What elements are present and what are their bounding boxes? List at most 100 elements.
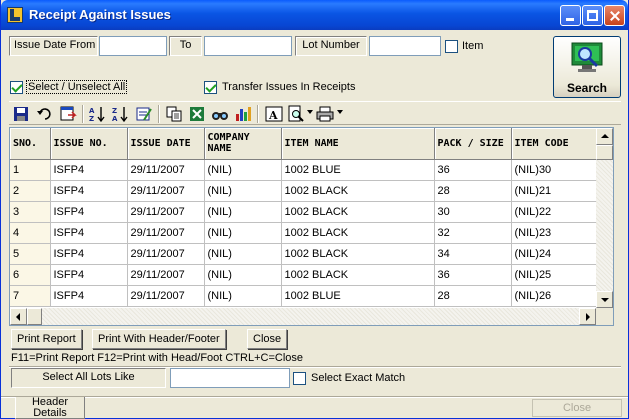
- select-all-checkbox[interactable]: [10, 81, 23, 94]
- table-cell[interactable]: ISFP4: [50, 285, 128, 307]
- table-cell[interactable]: 29/11/2007: [127, 159, 205, 181]
- table-cell[interactable]: 29/11/2007: [127, 180, 205, 202]
- vertical-scroll-thumb[interactable]: [596, 145, 613, 160]
- chart-icon[interactable]: [234, 105, 252, 123]
- table-cell[interactable]: 36: [434, 264, 512, 286]
- maximize-button[interactable]: [582, 5, 603, 26]
- title-bar[interactable]: Receipt Against Issues: [1, 0, 628, 30]
- horizontal-scrollbar[interactable]: [10, 308, 596, 325]
- issues-grid[interactable]: SNO. ISSUE NO. ISSUE DATE COMPANY NAME ITEM …: [9, 127, 614, 326]
- table-cell[interactable]: 1002 BLUE: [281, 285, 435, 307]
- horizontal-scroll-thumb[interactable]: [27, 308, 42, 325]
- table-cell[interactable]: 36: [434, 159, 512, 181]
- table-cell[interactable]: (NIL)26: [511, 285, 597, 307]
- column-header[interactable]: PACK / SIZE: [434, 128, 512, 160]
- table-cell[interactable]: (NIL)22: [511, 201, 597, 223]
- print-preview-icon[interactable]: [287, 105, 305, 123]
- print-report-button[interactable]: Print Report: [11, 329, 82, 349]
- print-with-header-footer-button[interactable]: Print With Header/Footer: [92, 329, 226, 349]
- search-button[interactable]: Search: [553, 36, 621, 98]
- table-row[interactable]: 4 ISFP4 29/11/2007 (NIL) 1002 BLACK 32 (NIL)23: [10, 222, 597, 244]
- table-row[interactable]: 7 ISFP4 29/11/2007 (NIL) 1002 BLUE 28 (NIL)26: [10, 285, 597, 307]
- table-cell[interactable]: (NIL)30: [511, 159, 597, 181]
- table-cell[interactable]: 28: [434, 180, 512, 202]
- table-cell[interactable]: 1: [10, 159, 51, 181]
- table-cell[interactable]: 1002 BLACK: [281, 243, 435, 265]
- select-all-label[interactable]: Select / Unselect All: [25, 80, 128, 94]
- table-row[interactable]: 3 ISFP4 29/11/2007 (NIL) 1002 BLACK 30 (NIL)22: [10, 201, 597, 223]
- table-cell[interactable]: ISFP4: [50, 159, 128, 181]
- table-cell[interactable]: 29/11/2007: [127, 243, 205, 265]
- find-icon[interactable]: [211, 105, 229, 123]
- table-cell[interactable]: ISFP4: [50, 243, 128, 265]
- lots-like-input[interactable]: [170, 368, 290, 388]
- table-cell[interactable]: (NIL): [204, 222, 282, 244]
- scroll-right-button[interactable]: [579, 308, 596, 325]
- table-cell[interactable]: ISFP4: [50, 222, 128, 244]
- item-checkbox[interactable]: [445, 40, 458, 53]
- scroll-down-button[interactable]: [596, 291, 613, 308]
- table-cell[interactable]: 5: [10, 243, 51, 265]
- table-cell[interactable]: 1002 BLACK: [281, 201, 435, 223]
- table-cell[interactable]: 32: [434, 222, 512, 244]
- table-cell[interactable]: ISFP4: [50, 201, 128, 223]
- sort-descending-icon[interactable]: ZA: [111, 105, 129, 123]
- table-cell[interactable]: (NIL): [204, 180, 282, 202]
- table-cell[interactable]: (NIL): [204, 285, 282, 307]
- lot-number-input[interactable]: [369, 36, 441, 56]
- table-cell[interactable]: (NIL)23: [511, 222, 597, 244]
- table-cell[interactable]: 6: [10, 264, 51, 286]
- table-cell[interactable]: 4: [10, 222, 51, 244]
- table-cell[interactable]: ISFP4: [50, 264, 128, 286]
- print-icon[interactable]: [316, 105, 334, 123]
- table-cell[interactable]: (NIL)21: [511, 180, 597, 202]
- scroll-left-button[interactable]: [10, 308, 27, 325]
- table-row[interactable]: 6 ISFP4 29/11/2007 (NIL) 1002 BLACK 36 (NIL)25: [10, 264, 597, 286]
- close-window-button[interactable]: [604, 5, 625, 26]
- table-cell[interactable]: 7: [10, 285, 51, 307]
- table-cell[interactable]: 28: [434, 285, 512, 307]
- table-cell[interactable]: 34: [434, 243, 512, 265]
- table-cell[interactable]: 1002 BLUE: [281, 159, 435, 181]
- table-row[interactable]: 1 ISFP4 29/11/2007 (NIL) 1002 BLUE 36 (NIL)30: [10, 159, 597, 181]
- table-cell[interactable]: 29/11/2007: [127, 201, 205, 223]
- table-cell[interactable]: 29/11/2007: [127, 222, 205, 244]
- table-cell[interactable]: (NIL): [204, 159, 282, 181]
- column-header[interactable]: ITEM NAME: [281, 128, 435, 160]
- table-cell[interactable]: (NIL): [204, 264, 282, 286]
- copy-icon[interactable]: [165, 105, 183, 123]
- table-row[interactable]: 5 ISFP4 29/11/2007 (NIL) 1002 BLACK 34 (NIL)24: [10, 243, 597, 265]
- scroll-up-button[interactable]: [596, 128, 613, 145]
- vertical-scrollbar[interactable]: [596, 128, 613, 308]
- issue-date-to-input[interactable]: [204, 36, 292, 56]
- table-cell[interactable]: (NIL)25: [511, 264, 597, 286]
- column-header[interactable]: ITEM CODE: [511, 128, 597, 160]
- print-dropdown-icon[interactable]: [337, 110, 343, 114]
- column-header[interactable]: SNO.: [10, 128, 51, 160]
- excel-icon[interactable]: [188, 105, 206, 123]
- column-header[interactable]: ISSUE DATE: [127, 128, 205, 160]
- print-preview-dropdown-icon[interactable]: [307, 110, 313, 114]
- table-cell[interactable]: 29/11/2007: [127, 285, 205, 307]
- save-icon[interactable]: [12, 105, 30, 123]
- transfer-issues-checkbox[interactable]: [204, 81, 217, 94]
- table-row[interactable]: 2 ISFP4 29/11/2007 (NIL) 1002 BLACK 28 (NIL)21: [10, 180, 597, 202]
- table-cell[interactable]: 1002 BLACK: [281, 180, 435, 202]
- exact-match-checkbox[interactable]: [293, 372, 306, 385]
- table-cell[interactable]: 30: [434, 201, 512, 223]
- table-cell[interactable]: (NIL): [204, 201, 282, 223]
- table-cell[interactable]: 3: [10, 201, 51, 223]
- table-cell[interactable]: ISFP4: [50, 180, 128, 202]
- table-cell[interactable]: (NIL)24: [511, 243, 597, 265]
- header-details-tab[interactable]: Header Details: [15, 397, 85, 419]
- font-icon[interactable]: A: [265, 105, 283, 123]
- table-cell[interactable]: 1002 BLACK: [281, 264, 435, 286]
- column-header[interactable]: COMPANY NAME: [204, 128, 282, 160]
- table-cell[interactable]: 1002 BLACK: [281, 222, 435, 244]
- undo-icon[interactable]: [36, 105, 54, 123]
- table-cell[interactable]: (NIL): [204, 243, 282, 265]
- minimize-button[interactable]: [560, 5, 581, 26]
- table-cell[interactable]: 2: [10, 180, 51, 202]
- bottom-close-button[interactable]: Close: [532, 399, 622, 417]
- close-button[interactable]: Close: [247, 329, 288, 349]
